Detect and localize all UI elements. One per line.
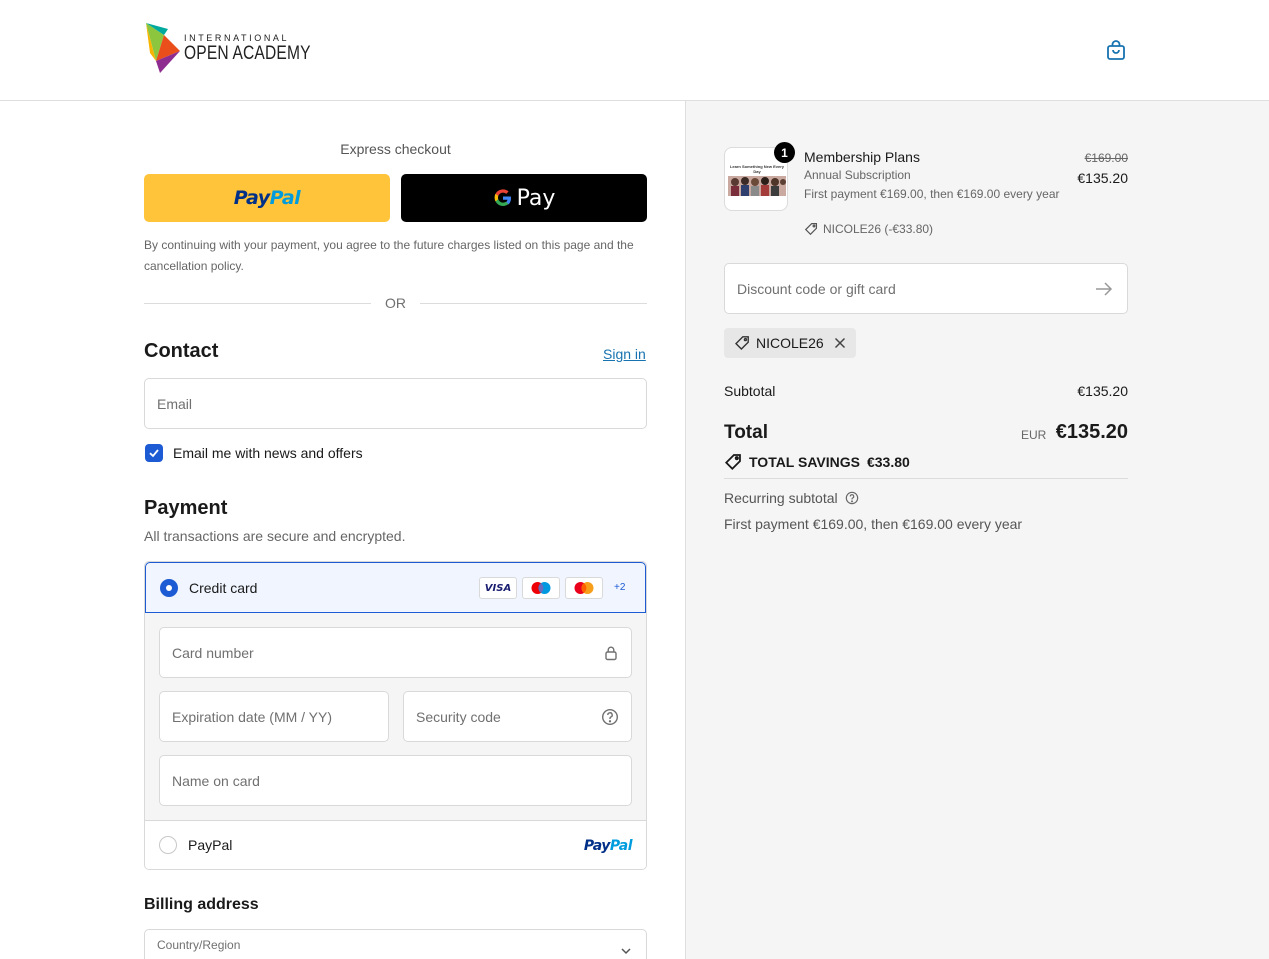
- chevron-down-icon: [621, 948, 631, 955]
- sign-in-link[interactable]: Sign in: [603, 346, 646, 362]
- logo-bottom-text: OPEN ACADEMY: [184, 42, 311, 64]
- total-label: Total: [724, 422, 768, 443]
- paypal-radio[interactable]: [159, 836, 177, 854]
- expiry-input[interactable]: [172, 708, 376, 725]
- paypal-small-part-b: Pal: [609, 837, 633, 854]
- visa-icon: VISA: [479, 577, 517, 599]
- recurring-text: First payment €169.00, then €169.00 ever…: [724, 516, 1023, 532]
- summary-divider: [724, 478, 1128, 479]
- more-brands-badge[interactable]: +2: [614, 582, 625, 593]
- total-savings: TOTAL SAVINGS €33.80: [724, 453, 910, 471]
- discount-code-field[interactable]: [724, 263, 1128, 314]
- country-select[interactable]: Country/Region: [144, 929, 647, 959]
- help-circle-icon[interactable]: [601, 708, 619, 726]
- applied-discount-chip: NICOLE26: [724, 328, 856, 358]
- google-g-icon: [494, 189, 511, 206]
- payment-title: Payment: [144, 497, 228, 519]
- logo-mark-icon: [146, 23, 180, 73]
- price-original: €169.00: [1084, 151, 1128, 165]
- name-on-card-field[interactable]: [159, 755, 632, 806]
- header: INTERNATIONAL OPEN ACADEMY: [0, 0, 1269, 101]
- security-code-input[interactable]: [416, 708, 601, 725]
- product-subtitle: Annual Subscription: [804, 168, 911, 182]
- billing-address-title: Billing address: [144, 896, 259, 913]
- discount-code-input[interactable]: [737, 280, 1077, 297]
- subtotal-value: €135.20: [1077, 383, 1128, 399]
- credit-card-radio[interactable]: [160, 578, 178, 597]
- recurring-label: Recurring subtotal: [724, 490, 838, 506]
- product-discount: NICOLE26 (-€33.80): [804, 222, 933, 236]
- paypal-logo-part-b: Pal: [269, 187, 301, 209]
- product-title: Membership Plans: [804, 149, 920, 165]
- mastercard-icon: [565, 577, 603, 599]
- or-divider: OR: [144, 294, 647, 312]
- expiry-field[interactable]: [159, 691, 389, 742]
- card-number-field[interactable]: [159, 627, 632, 678]
- logo-top-text: INTERNATIONAL: [184, 32, 290, 43]
- payment-methods: Credit card VISA +2 PayPal PayPal: [144, 561, 647, 870]
- subtotal-label: Subtotal: [724, 383, 776, 399]
- email-field[interactable]: [144, 378, 647, 429]
- tag-icon: [724, 454, 741, 471]
- product-discount-text: NICOLE26 (-€33.80): [823, 222, 934, 236]
- newsletter-checkbox-row[interactable]: Email me with news and offers: [145, 444, 363, 462]
- applied-discount-code: NICOLE26: [756, 335, 824, 351]
- paypal-option[interactable]: PayPal PayPal: [145, 820, 646, 869]
- maestro-icon: [522, 577, 560, 599]
- paypal-express-button[interactable]: Pay Pal: [144, 174, 390, 222]
- lock-icon: [605, 646, 617, 660]
- tag-icon: [735, 336, 749, 350]
- credit-card-label: Credit card: [189, 579, 258, 596]
- tag-icon: [804, 222, 818, 236]
- or-text: OR: [385, 295, 406, 311]
- paypal-logo-part-a: Pay: [233, 187, 270, 209]
- paypal-option-label: PayPal: [188, 837, 233, 853]
- price-current: €135.20: [1077, 170, 1128, 186]
- security-code-field[interactable]: [403, 691, 632, 742]
- card-number-input[interactable]: [172, 644, 603, 661]
- name-on-card-input[interactable]: [172, 772, 619, 789]
- close-icon[interactable]: [834, 337, 846, 349]
- visa-text: VISA: [484, 582, 512, 594]
- paypal-small-part-a: Pay: [583, 837, 611, 854]
- google-pay-button[interactable]: Pay: [401, 174, 647, 222]
- product-description: First payment €169.00, then €169.00 ever…: [804, 187, 1060, 201]
- payment-disclaimer: By continuing with your payment, you agr…: [144, 238, 634, 273]
- country-label: Country/Region: [157, 938, 241, 952]
- total-value: €135.20: [1055, 421, 1128, 443]
- arrow-right-icon[interactable]: [1095, 281, 1113, 297]
- quantity-badge: 1: [774, 142, 795, 163]
- savings-value: €33.80: [866, 454, 910, 470]
- google-pay-label: Pay: [516, 185, 556, 211]
- contact-title: Contact: [144, 340, 219, 362]
- credit-card-option[interactable]: Credit card VISA +2: [145, 562, 646, 613]
- shopping-bag-icon[interactable]: [1104, 38, 1128, 62]
- total-currency: EUR: [1021, 428, 1047, 442]
- logo[interactable]: INTERNATIONAL OPEN ACADEMY: [144, 21, 338, 75]
- paypal-logo-icon: PayPal: [583, 837, 633, 854]
- newsletter-checkbox[interactable]: [145, 444, 163, 462]
- savings-label: TOTAL SAVINGS: [749, 454, 860, 470]
- newsletter-label: Email me with news and offers: [173, 445, 363, 461]
- express-checkout-title: Express checkout: [340, 141, 451, 157]
- checkmark-icon: [149, 449, 159, 458]
- payment-subtitle: All transactions are secure and encrypte…: [144, 528, 406, 544]
- recurring-subtotal: Recurring subtotal: [724, 490, 859, 506]
- email-input[interactable]: [157, 395, 634, 412]
- help-circle-icon[interactable]: [845, 491, 859, 505]
